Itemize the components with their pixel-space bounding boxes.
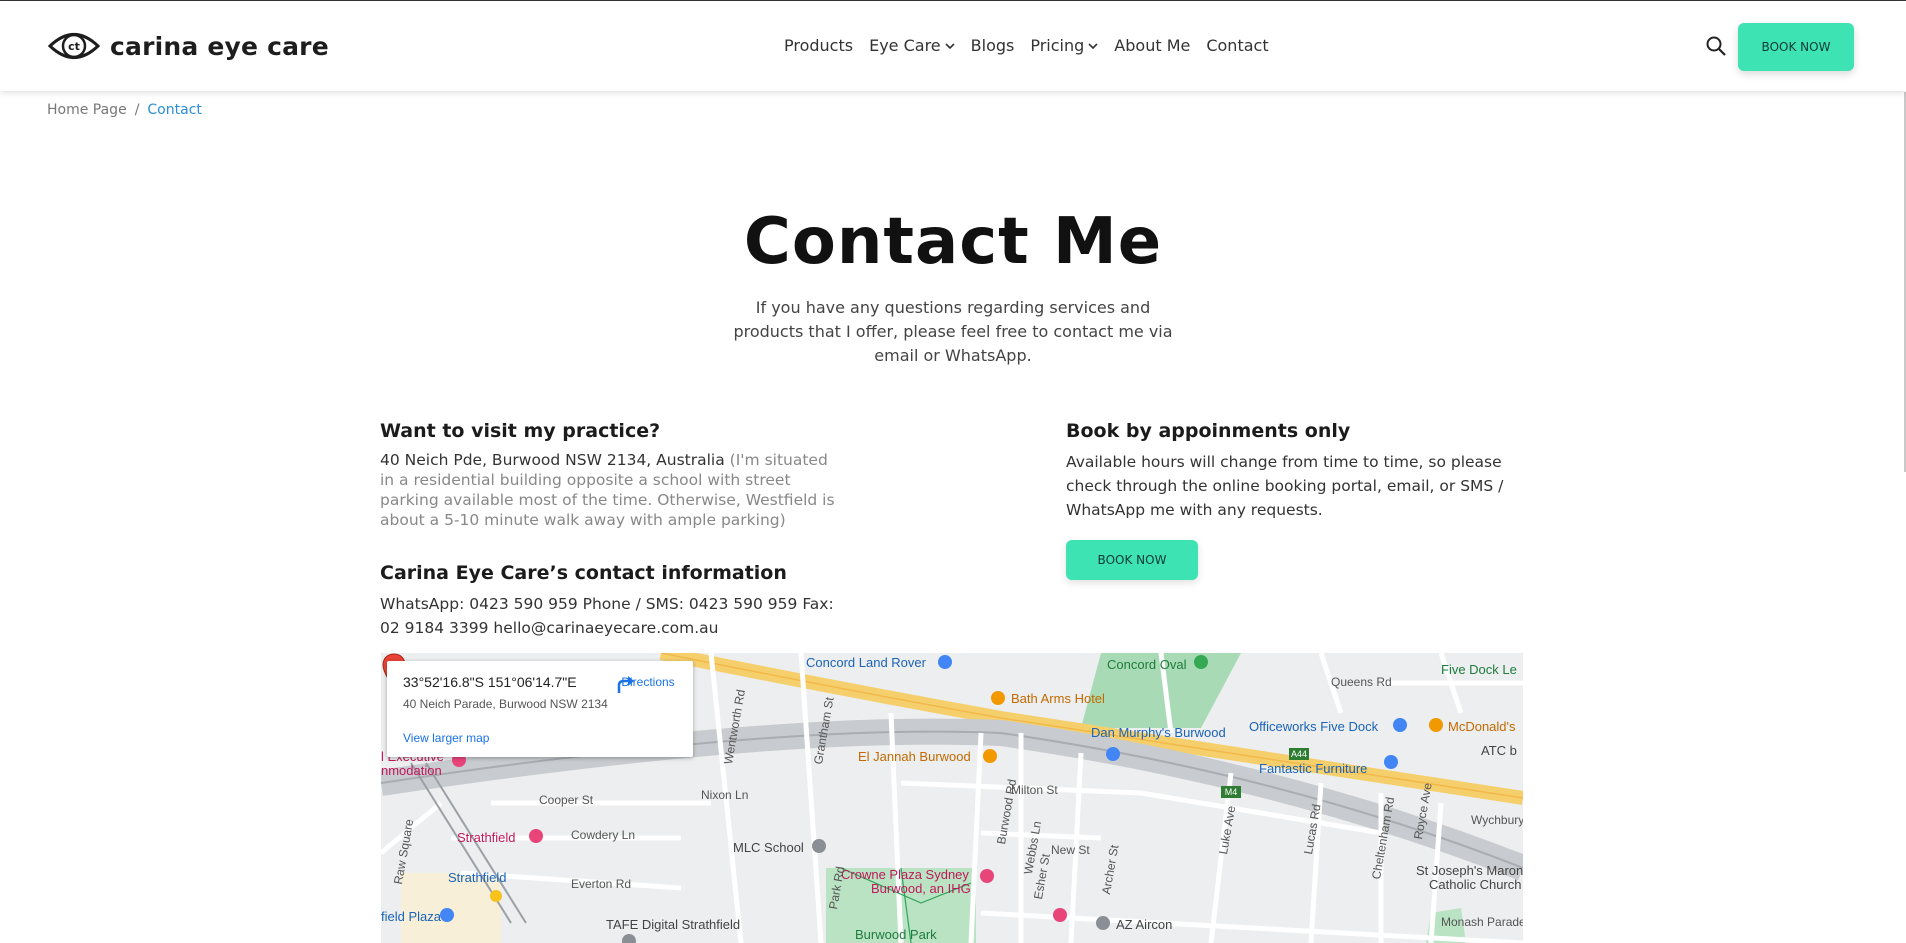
nav-label: Eye Care [869,36,941,55]
visit-text: 40 Neich Pde, Burwood NSW 2134, Australi… [380,450,840,530]
poi-label: Concord Land Rover [806,655,926,670]
poi-label: field Plaza [381,909,441,924]
nav-label: About Me [1114,36,1191,55]
nav-label: Blogs [970,36,1015,55]
appointments-heading: Book by appoinments only [1066,420,1351,442]
visit-address: 40 Neich Pde, Burwood NSW 2134, Australi… [380,451,725,469]
brand-name: carina eye care [110,31,329,61]
site-header: ct carina eye care Products Eye Care Blo… [0,1,1906,91]
road-label: Queens Rd [1331,675,1392,689]
visit-heading: Want to visit my practice? [380,420,661,442]
chevron-down-icon [945,42,955,49]
nav-item-products[interactable]: Products [784,36,853,55]
nav-label: Products [784,36,854,55]
directions-icon [617,676,634,693]
page-title: Contact Me [743,205,1163,279]
road-label: Nixon Ln [701,788,749,802]
page-subtitle: If you have any questions regarding serv… [733,298,1173,365]
poi-label: MLC School [733,840,804,855]
road-label: Wychbury [1471,813,1523,827]
poi-label: ATC b [1481,743,1517,758]
nav-item-eye-care[interactable]: Eye Care [869,36,955,55]
breadcrumb-separator: / [134,102,140,118]
nav-item-pricing[interactable]: Pricing [1030,36,1098,55]
nav-item-blogs[interactable]: Blogs [971,36,1015,55]
poi-label: El Jannah Burwood [858,749,971,764]
poi-label: Burwood Park [855,927,937,942]
poi-label: Strathfield [448,870,507,885]
shield-m4: M4 [1225,787,1238,797]
book-now-button[interactable]: BOOK NOW [1738,23,1854,71]
nav-label: Pricing [1030,36,1085,55]
visit-section: Want to visit my practice? 40 Neich Pde,… [380,420,840,640]
road-label: Cowdery Ln [571,828,636,842]
contact-info-text: WhatsApp: 0423 590 959 Phone / SMS: 0423… [380,595,834,637]
nav-label: Contact [1206,36,1269,55]
shield-a44: A44 [1291,749,1307,759]
breadcrumb-current: Contact [147,102,202,118]
poi-label: Fantastic Furniture [1259,761,1368,776]
poi-label: Crowne Plaza Sydney [841,867,969,882]
poi-label: St Joseph's Maronite [1416,863,1523,878]
brand-logo[interactable]: ct carina eye care [48,29,329,63]
nav-item-contact[interactable]: Contact [1206,36,1268,55]
main-nav: Products Eye Care Blogs Pricing About Me… [784,36,1285,55]
view-larger-map-link[interactable]: View larger map [403,731,489,745]
poi-label: McDonald's [1448,719,1516,734]
poi-label: TAFE Digital Strathfield [606,917,741,932]
nav-item-about-me[interactable]: About Me [1114,36,1190,55]
road-label: New St [1051,843,1090,857]
poi-label: Bath Arms Hotel [1011,691,1105,706]
eye-logo-icon: ct [48,33,100,59]
appointments-section: Book by appoinments only Available hours… [1066,420,1506,580]
breadcrumb: Home Page / Contact [47,102,202,118]
road-label: Cooper St [539,793,594,807]
poi-label: Five Dock Le [1441,662,1517,677]
chevron-down-icon [1088,42,1098,49]
poi-label: nmodation [381,763,442,778]
map-coordinates: 33°52'16.8"S 151°06'14.7"E [403,674,577,690]
poi-label: Officeworks Five Dock [1249,719,1379,734]
embedded-map[interactable]: M4 A44 Concord Land Rover Concord Oval Q… [381,653,1523,943]
road-label: Monash Parade [1441,915,1523,929]
logo-letters: ct [68,40,80,53]
map-info-card: 33°52'16.8"S 151°06'14.7"E 40 Neich Para… [387,661,693,757]
poi-label: Concord Oval [1107,657,1187,672]
appointments-text: Available hours will change from time to… [1066,453,1504,519]
poi-label: Burwood, an IHG [871,881,971,896]
directions-button[interactable]: Directions [615,673,681,693]
poi-label: Catholic Church [1429,877,1522,892]
poi-label: Strathfield [457,830,516,845]
map-address: 40 Neich Parade, Burwood NSW 2134 [403,697,608,711]
book-now-button-body[interactable]: BOOK NOW [1066,540,1198,580]
breadcrumb-home[interactable]: Home Page [47,102,127,118]
contact-info-heading: Carina Eye Care’s contact information [380,562,787,584]
road-label: Everton Rd [571,877,632,891]
poi-label: AZ Aircon [1116,917,1173,932]
poi-label: Dan Murphy's Burwood [1091,725,1226,740]
search-icon[interactable] [1705,35,1727,57]
